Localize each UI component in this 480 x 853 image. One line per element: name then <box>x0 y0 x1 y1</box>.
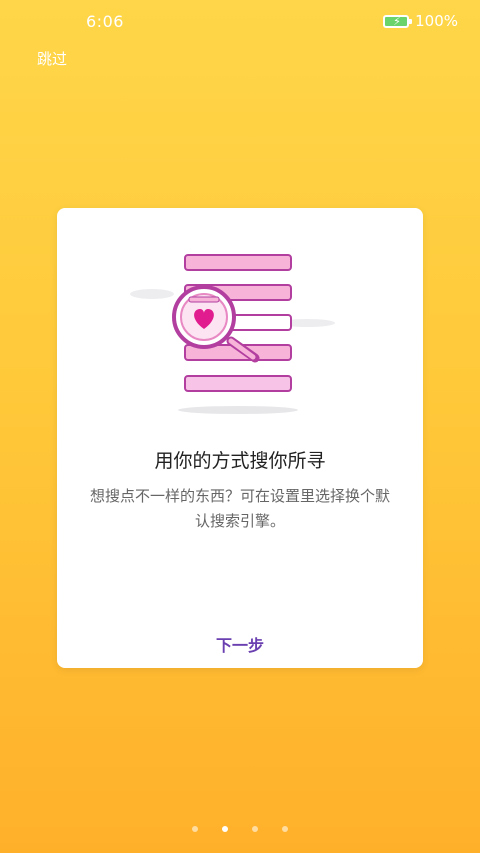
battery-icon: ⚡ <box>383 14 413 28</box>
onboarding-card: 用你的方式搜你所寻 想搜点不一样的东西？可在设置里选择换个默认搜索引擎。 下一步 <box>57 208 423 668</box>
next-button[interactable]: 下一步 <box>57 632 423 656</box>
magnifier-heart-list-icon <box>57 208 423 438</box>
battery-indicator: ⚡ 100% <box>383 12 458 30</box>
status-time: 6:06 <box>86 12 124 31</box>
card-title: 用你的方式搜你所寻 <box>154 450 326 472</box>
skip-button[interactable]: 跳过 <box>37 48 67 69</box>
status-bar: 6:06 ⚡ 100% <box>0 0 480 40</box>
pager-dot[interactable] <box>192 826 198 832</box>
pager-dots <box>0 826 480 832</box>
pager-dot[interactable] <box>252 826 258 832</box>
pager-dot-active[interactable] <box>222 826 228 832</box>
pager-dot[interactable] <box>282 826 288 832</box>
battery-percent: 100% <box>415 12 458 30</box>
card-description: 想搜点不一样的东西？可在设置里选择换个默认搜索引擎。 <box>89 487 390 530</box>
